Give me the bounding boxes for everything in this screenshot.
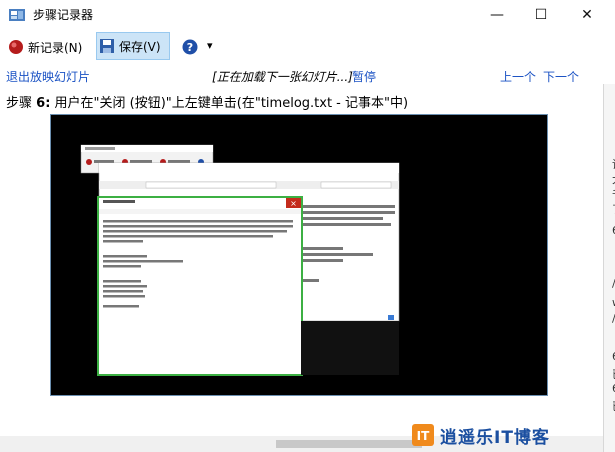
close-button[interactable]: ✕ <box>564 0 610 30</box>
save-label: 保存(V) <box>119 39 161 54</box>
help-dropdown-arrow-icon[interactable]: ▾ <box>207 39 213 52</box>
background-window-edge: 请 大 千 了 6 / w / 6 已 6 已 <box>603 84 615 452</box>
screenshot-image: × <box>80 144 400 376</box>
maximize-icon: ☐ <box>534 7 548 23</box>
step-number: 6: <box>36 96 51 111</box>
pause-link[interactable]: 暂停 <box>352 68 376 85</box>
save-disk-icon <box>100 39 114 53</box>
window-title: 步骤记录器 <box>33 8 94 22</box>
minimize-icon: — <box>490 7 504 23</box>
svg-text:IT: IT <box>417 429 430 443</box>
step-detail: 用户在"关闭 (按钮)"上左键单击(在"timelog.txt - 记事本"中) <box>54 96 409 111</box>
watermark: IT 逍遥乐IT博客 <box>412 422 550 448</box>
close-icon: ✕ <box>581 7 593 23</box>
help-button[interactable]: ? <box>182 33 198 61</box>
step-description: 步骤 6: 用户在"关闭 (按钮)"上左键单击(在"timelog.txt - … <box>6 92 408 111</box>
svg-text:×: × <box>290 199 297 208</box>
svg-text:?: ? <box>187 41 193 54</box>
watermark-text: 逍遥乐IT博客 <box>440 427 550 448</box>
new-record-button[interactable]: 新记录(N) <box>8 33 82 61</box>
step-screenshot: × <box>50 114 548 396</box>
steps-recorder-app-icon <box>9 9 25 21</box>
loading-status: [正在加载下一张幻灯片...] <box>212 68 353 85</box>
new-record-label: 新记录(N) <box>28 40 83 55</box>
next-link[interactable]: 下一个 <box>543 68 579 85</box>
status-text: 正在加载下一张幻灯片... <box>216 70 349 84</box>
step-label: 步骤 <box>6 96 33 111</box>
record-icon <box>9 40 23 54</box>
watermark-logo: IT <box>412 424 434 446</box>
toolbar <box>0 30 615 64</box>
save-button[interactable]: 保存(V) <box>96 32 170 60</box>
exit-slideshow-link[interactable]: 退出放映幻灯片 <box>6 68 90 85</box>
scrollbar-thumb[interactable] <box>276 440 422 448</box>
maximize-button[interactable]: ☐ <box>518 0 564 30</box>
previous-link[interactable]: 上一个 <box>500 68 536 85</box>
minimize-button[interactable]: — <box>474 0 520 30</box>
help-icon: ? <box>182 39 198 55</box>
